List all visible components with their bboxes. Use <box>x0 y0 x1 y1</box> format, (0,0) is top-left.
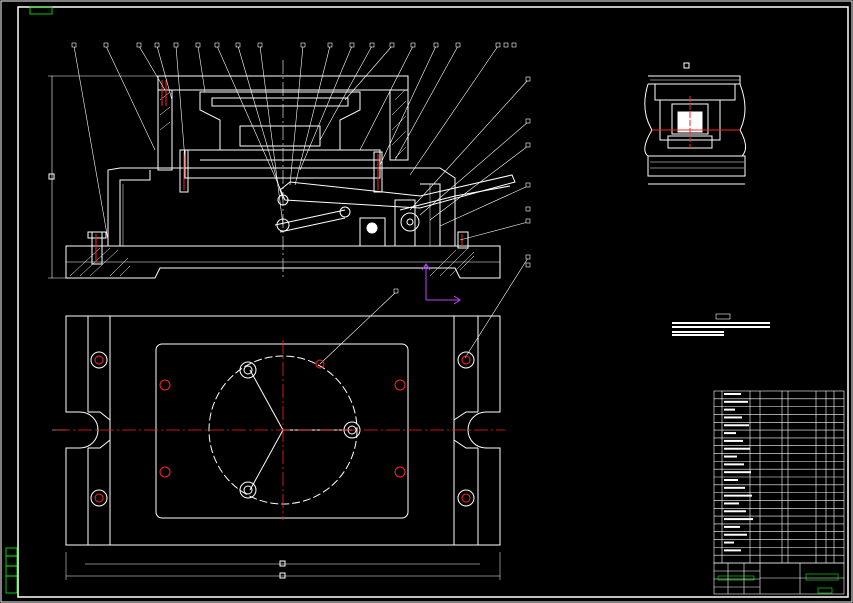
parts-list-cell-mark <box>724 393 741 395</box>
parts-list-cell-mark <box>724 432 736 435</box>
parts-list-cell-mark <box>724 549 741 552</box>
parts-list-cell-mark <box>724 541 734 544</box>
title-block[interactable] <box>713 562 845 595</box>
parts-list-cell-mark <box>724 447 750 450</box>
cad-drawing-sheet[interactable] <box>0 0 853 603</box>
plan-view[interactable] <box>52 315 501 580</box>
parts-list-cell-mark <box>724 416 742 419</box>
workpiece <box>199 91 361 151</box>
parts-list-cell-mark <box>724 400 748 403</box>
parts-list-cell-mark <box>724 533 747 536</box>
parts-list-cell-mark <box>724 471 751 474</box>
bolt-left <box>91 231 103 265</box>
parts-list-cell-mark <box>724 494 752 497</box>
parts-list-cell-mark <box>724 424 749 427</box>
front-section-view[interactable] <box>48 60 516 280</box>
parts-list-cell-mark <box>724 455 737 458</box>
detail-view[interactable] <box>644 62 746 185</box>
ucs-icon <box>421 263 461 305</box>
parts-list-cell-mark <box>724 510 746 513</box>
parts-list-cell-mark <box>724 502 739 505</box>
parts-list[interactable] <box>713 390 845 564</box>
parts-list-cell-mark <box>724 486 745 489</box>
parts-list-cell-mark <box>724 525 740 528</box>
parts-list-cell-mark <box>724 479 738 481</box>
parts-list-cell-mark <box>724 463 744 466</box>
technical-notes <box>672 313 770 336</box>
pivot-pin <box>400 212 420 232</box>
parts-list-cell-mark <box>724 518 753 521</box>
parts-list-cell-mark <box>724 439 743 442</box>
parts-list-cell-mark <box>724 408 735 411</box>
plan-center-lines <box>56 340 505 520</box>
